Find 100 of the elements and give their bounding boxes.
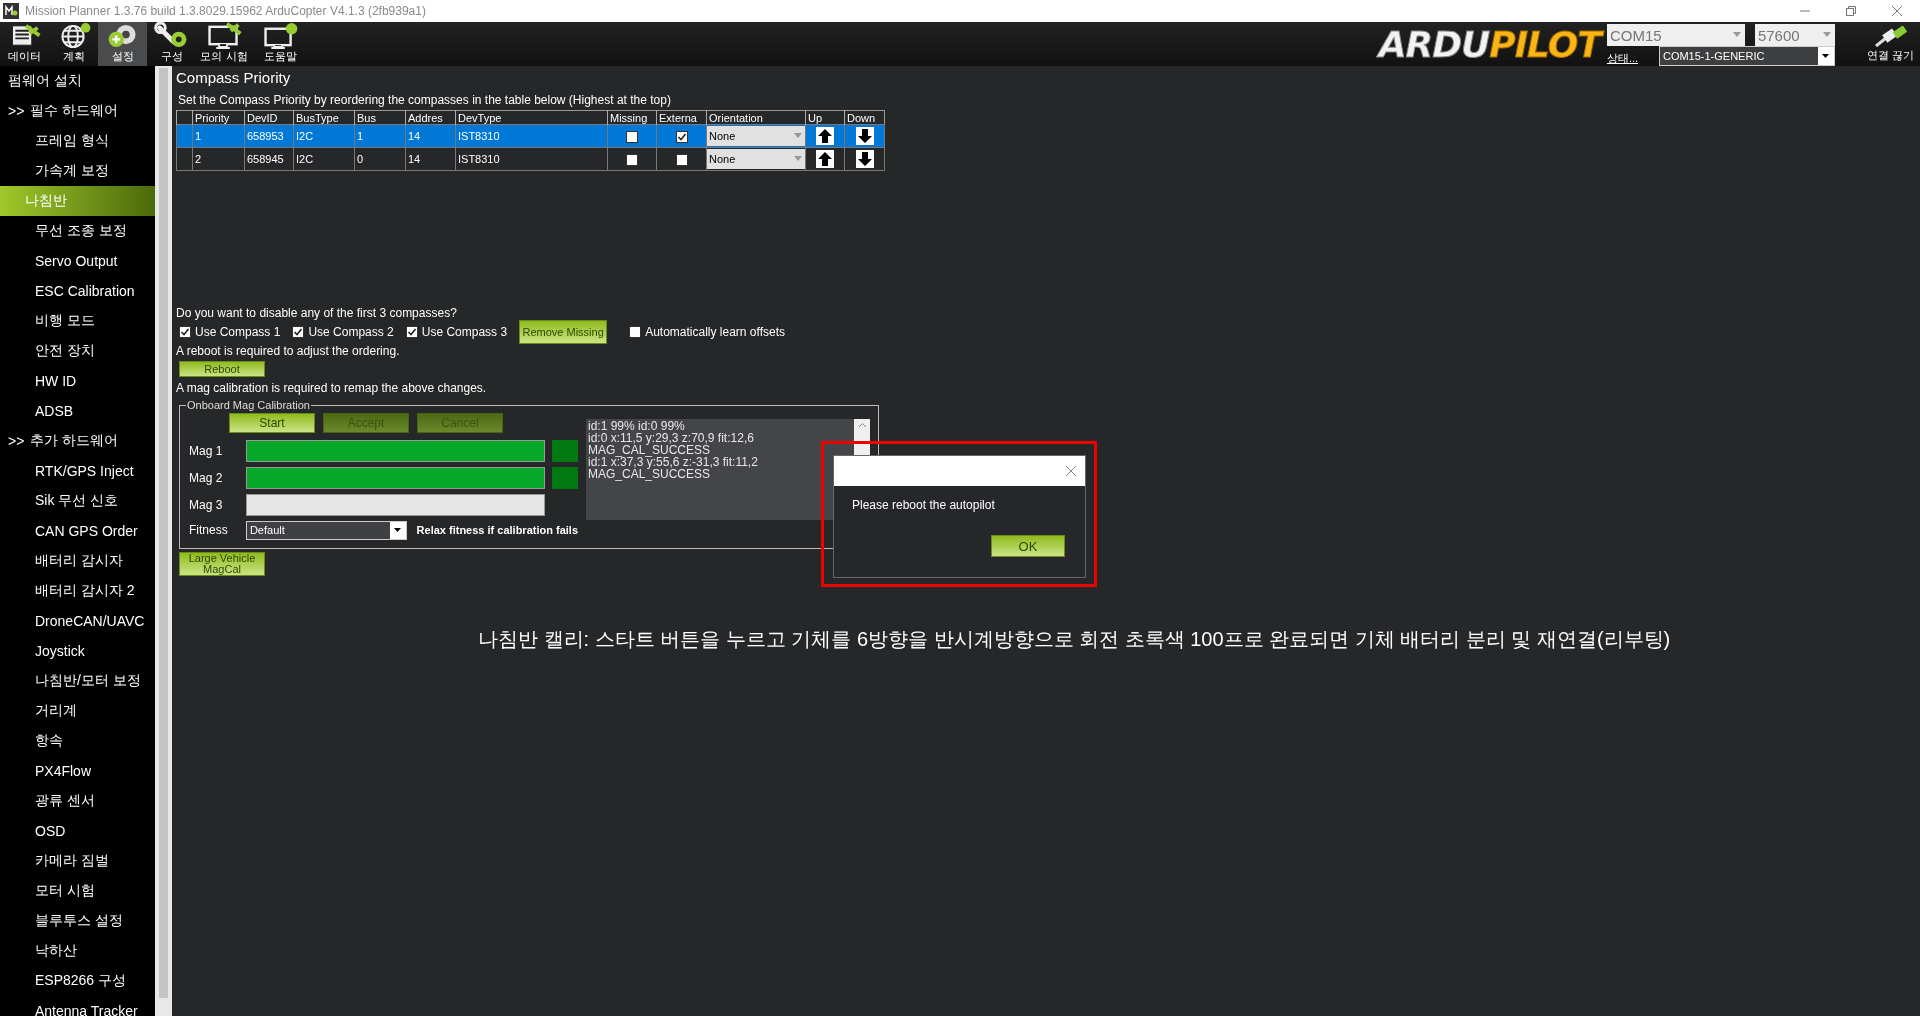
- relax-text: Relax fitness if calibration fails: [416, 524, 578, 536]
- sidebar-item[interactable]: 모터 시험: [0, 876, 155, 906]
- dropdown-icon: [1822, 54, 1830, 58]
- dialog-message: Please reboot the autopilot: [852, 498, 996, 512]
- dropdown-icon: [394, 528, 402, 532]
- sidebar-item[interactable]: 펌웨어 설치: [0, 66, 155, 96]
- sidebar-item[interactable]: 블루투스 설정: [0, 906, 155, 936]
- checkbox-label[interactable]: Use Compass 2: [308, 325, 394, 339]
- scroll-up-icon[interactable]: [857, 422, 867, 428]
- dropdown-icon: [1822, 32, 1831, 37]
- checkbox[interactable]: [629, 326, 642, 338]
- toolbar-button[interactable]: 도움말: [252, 22, 308, 66]
- sidebar-item[interactable]: ADSB: [0, 396, 155, 426]
- table-cell: 658953: [244, 124, 294, 148]
- calibration-button[interactable]: Start: [229, 413, 315, 433]
- sidebar-item[interactable]: ESP8266 구성: [0, 966, 155, 996]
- sidebar-item[interactable]: 나침반/모터 보정: [0, 666, 155, 696]
- sidebar-item[interactable]: 항속: [0, 726, 155, 756]
- checkbox-label[interactable]: Use Compass 3: [421, 325, 508, 339]
- question-text: Do you want to disable any of the first 3 compasses?: [176, 306, 458, 320]
- description-text: Set the Compass Priority by reordering the compasses in the table below (Highest at the top): [178, 93, 672, 107]
- checkbox[interactable]: [179, 326, 191, 338]
- sidebar-item[interactable]: 안전 장치: [0, 336, 155, 366]
- checkbox-label[interactable]: Use Compass 1: [195, 325, 281, 339]
- checkbox[interactable]: [405, 326, 418, 338]
- status-link[interactable]: 상태...: [1606, 51, 1659, 66]
- reboot-button[interactable]: Reboot: [179, 361, 265, 377]
- remap-note: A mag calibration is required to remap the above changes.: [176, 381, 488, 395]
- sidebar-item[interactable]: 프레임 형식: [0, 126, 155, 156]
- sidebar-item[interactable]: DroneCAN/UAVC: [0, 606, 155, 636]
- up-arrow-icon[interactable]: [816, 127, 834, 145]
- monitor-icon: [261, 22, 299, 49]
- toolbar-button[interactable]: 구성: [147, 22, 196, 66]
- sidebar-item[interactable]: 비행 모드: [0, 306, 155, 336]
- baud-dropdown[interactable]: 57600: [1754, 24, 1835, 46]
- table-cell: 14: [405, 124, 456, 148]
- sidebar-item[interactable]: RTK/GPS Inject: [0, 456, 155, 486]
- orientation-dropdown[interactable]: None: [707, 149, 805, 169]
- up-arrow-icon[interactable]: [816, 150, 834, 168]
- sidebar-item[interactable]: 배터리 감시자 2: [0, 576, 155, 606]
- sidebar-item[interactable]: ESC Calibration: [0, 276, 155, 306]
- checkbox[interactable]: [292, 326, 305, 338]
- table-cell: IST8310: [455, 124, 608, 148]
- log-line: id:1 99% id:0 99%: [588, 420, 686, 432]
- sidebar-item[interactable]: HW ID: [0, 366, 155, 396]
- caption-text: 나침반 캘리: 스타트 버튼을 누르고 기체를 6방향을 반시계방향으로 회전 초록색 100프로 완료되면 기체 배터리 분리 및 재연결(리부팅): [478, 627, 1672, 652]
- toolbar-button[interactable]: 계획: [49, 22, 98, 66]
- log-line: MAG_CAL_SUCCESS: [588, 468, 711, 480]
- down-arrow-icon[interactable]: [855, 150, 874, 168]
- table-cell: 14: [405, 147, 456, 171]
- sidebar-item[interactable]: 광류 센서: [0, 786, 155, 816]
- fitness-dropdown[interactable]: Default: [245, 520, 407, 540]
- sidebar-item[interactable]: 거리계: [0, 696, 155, 726]
- monitor-icon: [205, 22, 243, 49]
- scrollbar[interactable]: [155, 66, 172, 1016]
- sidebar-item[interactable]: Sik 무선 신호: [0, 486, 155, 516]
- sidebar-item[interactable]: Joystick: [0, 636, 155, 666]
- port-dropdown[interactable]: COM15: [1606, 24, 1745, 46]
- close-icon[interactable]: [1065, 465, 1077, 477]
- sidebar-item[interactable]: >> 필수 하드웨어: [0, 96, 155, 126]
- sidebar-item[interactable]: Servo Output: [0, 246, 155, 276]
- toolbar-button[interactable]: 설정: [98, 22, 147, 66]
- checkbox[interactable]: [626, 130, 638, 143]
- device-dropdown[interactable]: COM15-1-GENERIC: [1658, 46, 1835, 66]
- orientation-dropdown[interactable]: None: [707, 126, 805, 146]
- sidebar-item[interactable]: 배터리 감시자: [0, 546, 155, 576]
- table-cell: 1: [354, 124, 406, 148]
- dropdown-icon: [794, 133, 802, 138]
- table-cell: 1: [192, 124, 245, 148]
- checkbox[interactable]: [675, 130, 688, 143]
- page-title: Compass Priority: [176, 67, 292, 88]
- mag-label: Mag 2: [188, 470, 224, 485]
- down-arrow-icon[interactable]: [855, 127, 874, 145]
- table-cell: IST8310: [455, 147, 608, 171]
- remove-missing-button[interactable]: Remove Missing: [519, 320, 608, 344]
- sidebar-item[interactable]: PX4Flow: [0, 756, 155, 786]
- sidebar-item[interactable]: CAN GPS Order: [0, 516, 155, 546]
- sidebar-item[interactable]: 카메라 짐벌: [0, 846, 155, 876]
- table-cell: I2C: [293, 147, 355, 171]
- sidebar-item[interactable]: 낙하산: [0, 936, 155, 966]
- checkbox-label[interactable]: Automatically learn offsets: [645, 325, 785, 339]
- group-title: Onboard Mag Calibration: [186, 399, 311, 411]
- checkbox[interactable]: [675, 153, 688, 166]
- toolbar-button[interactable]: 데이터: [0, 22, 49, 66]
- sidebar-item[interactable]: OSD: [0, 816, 155, 846]
- table-cell: I2C: [293, 124, 355, 148]
- large-vehicle-button[interactable]: Large Vehicle MagCal: [179, 552, 265, 576]
- sidebar-item[interactable]: 무선 조종 보정: [0, 216, 155, 246]
- ok-button[interactable]: OK: [991, 535, 1065, 557]
- mag-label: Mag 1: [188, 443, 224, 458]
- log-line: MAG_CAL_SUCCESS: [588, 444, 711, 456]
- toolbar-button[interactable]: 모의 시험: [196, 22, 252, 66]
- fitness-label: Fitness: [188, 523, 229, 537]
- table-cell: 0: [354, 147, 406, 171]
- sidebar-item[interactable]: >> 추가 하드웨어: [0, 426, 155, 456]
- checkbox[interactable]: [626, 153, 638, 166]
- disconnect-button[interactable]: 연결 끊기: [1866, 25, 1914, 63]
- sidebar-item[interactable]: 가속계 보정: [0, 156, 155, 186]
- sidebar-item[interactable]: Antenna Tracker: [0, 996, 155, 1016]
- log-line: id:1 x:37,3 y:55,6 z:-31,3 fit:11,2: [588, 456, 759, 468]
